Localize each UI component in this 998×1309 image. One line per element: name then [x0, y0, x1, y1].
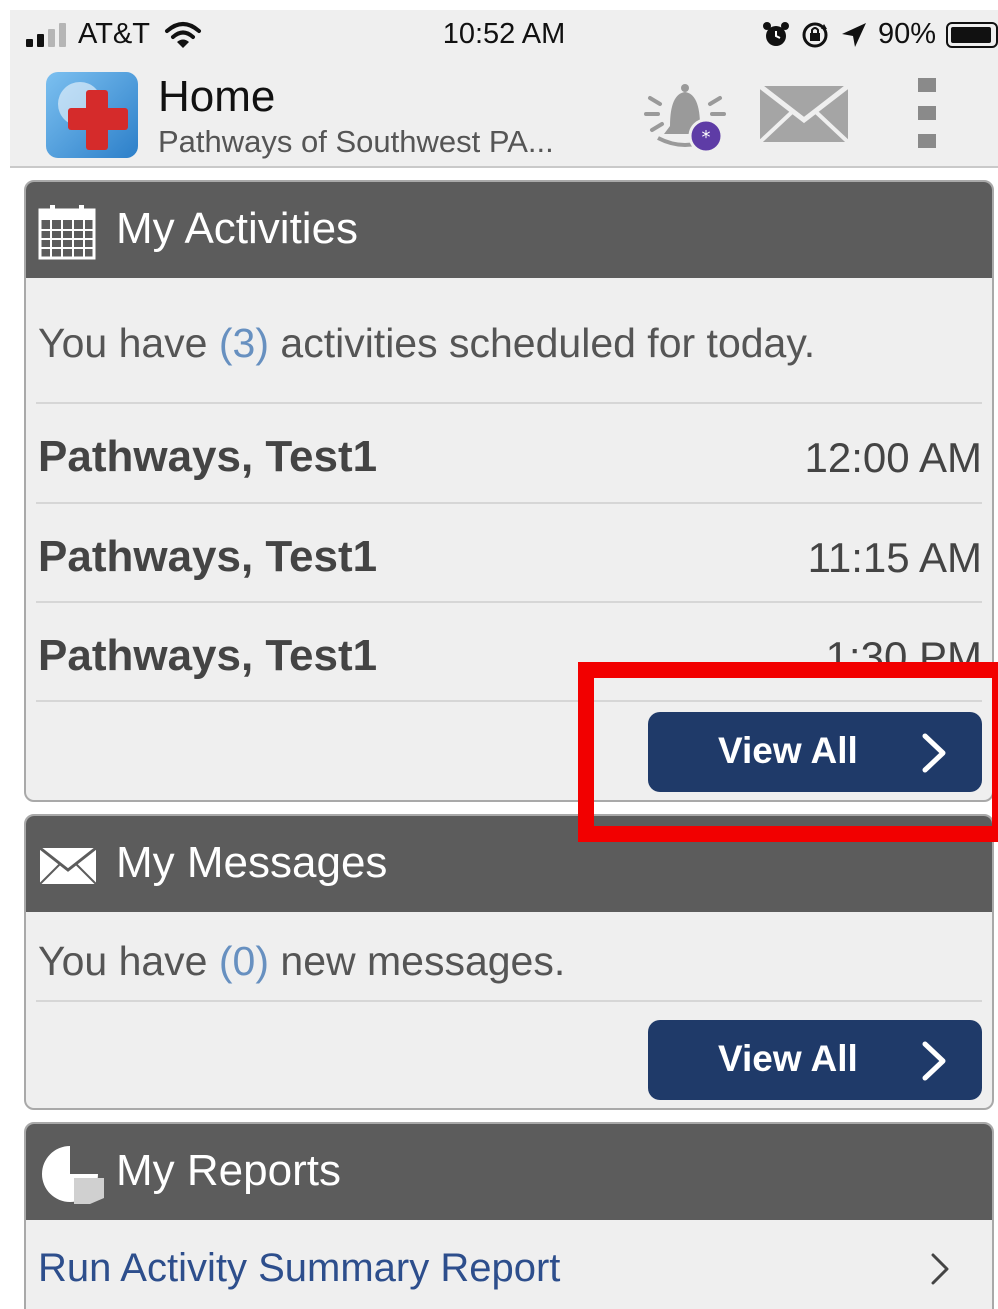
messages-title: My Messages: [116, 838, 388, 887]
activities-summary: You have (3) activities scheduled for to…: [38, 320, 815, 367]
messages-card: My Messages You have (0) new messages. V…: [24, 814, 994, 1110]
envelope-icon[interactable]: [758, 84, 850, 144]
activities-summary-suffix: activities scheduled for today.: [269, 320, 816, 366]
activity-name: Pathways, Test1: [38, 532, 378, 581]
page-subtitle: Pathways of Southwest PA...: [158, 124, 554, 159]
more-vertical-icon[interactable]: [916, 76, 938, 152]
reports-card-header[interactable]: My Reports: [26, 1124, 992, 1220]
app-header: Home Pathways of Southwest PA... *: [10, 62, 998, 168]
status-bar: AT&T 10:52 AM 90%: [10, 10, 998, 62]
activities-title: My Activities: [116, 204, 359, 253]
report-item[interactable]: Run Activity Summary Report: [26, 1222, 992, 1309]
alarm-icon: [762, 21, 789, 46]
notification-bell-icon[interactable]: *: [640, 76, 730, 154]
report-item-label: Run Activity Summary Report: [38, 1246, 561, 1290]
reports-card: My Reports Run Activity Summary Report: [24, 1122, 994, 1309]
pie-chart-icon: [42, 1146, 104, 1204]
activities-count: (3): [218, 320, 269, 366]
activity-time: 11:15 AM: [807, 534, 982, 581]
highlight-box: [578, 662, 998, 842]
activity-time: 12:00 AM: [804, 434, 982, 481]
messages-count: (0): [218, 938, 269, 984]
rotation-lock-icon: [802, 22, 828, 47]
activity-name: Pathways, Test1: [38, 631, 378, 680]
view-all-label: View All: [718, 1038, 858, 1079]
location-icon: [841, 22, 866, 47]
activity-name: Pathways, Test1: [38, 432, 378, 481]
reports-title: My Reports: [116, 1146, 341, 1195]
messages-view-all-button[interactable]: View All: [648, 1020, 982, 1100]
battery-percent: 90%: [877, 18, 936, 50]
activities-summary-prefix: You have: [38, 320, 219, 366]
battery-icon: [946, 21, 998, 48]
divider: [36, 601, 982, 603]
app-logo: [46, 72, 138, 158]
divider: [36, 502, 982, 504]
page-title: Home: [158, 72, 276, 121]
activities-card-header[interactable]: My Activities: [26, 182, 992, 278]
envelope-icon: [39, 846, 97, 885]
messages-summary: You have (0) new messages.: [38, 938, 565, 985]
divider: [36, 402, 982, 404]
chevron-right-icon: [922, 1041, 946, 1081]
divider: [36, 1000, 982, 1002]
messages-summary-suffix: new messages.: [269, 938, 566, 984]
chevron-right-icon: [931, 1253, 949, 1285]
messages-summary-prefix: You have: [38, 938, 219, 984]
calendar-icon: [38, 205, 96, 260]
svg-text:*: *: [702, 127, 711, 148]
